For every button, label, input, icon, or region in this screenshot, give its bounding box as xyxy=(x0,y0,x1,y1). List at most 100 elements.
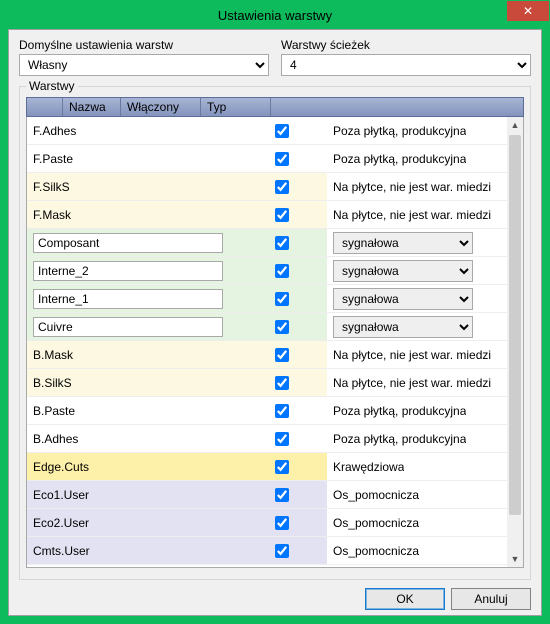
vertical-scrollbar[interactable]: ▲ ▼ xyxy=(507,117,523,567)
layer-type-cell: sygnałowa xyxy=(327,229,507,256)
layer-enabled-checkbox[interactable] xyxy=(275,208,289,222)
layer-enabled-cell xyxy=(237,173,327,200)
scroll-up-arrow-icon[interactable]: ▲ xyxy=(507,117,523,133)
tracks-label: Warstwy ścieżek xyxy=(281,38,531,52)
layer-enabled-cell xyxy=(237,313,327,340)
layer-name-label: B.Paste xyxy=(33,404,75,418)
layer-name-input[interactable] xyxy=(33,233,223,253)
layer-type-select[interactable]: sygnałowa xyxy=(333,232,473,254)
layer-name-label: B.SilkS xyxy=(33,376,72,390)
layer-enabled-checkbox[interactable] xyxy=(275,152,289,166)
layer-enabled-cell xyxy=(237,425,327,452)
layer-enabled-cell xyxy=(237,257,327,284)
layer-name-label: F.Paste xyxy=(33,152,73,166)
layer-name-input[interactable] xyxy=(33,289,223,309)
scroll-down-arrow-icon[interactable]: ▼ xyxy=(507,551,523,567)
groupbox-title: Warstwy xyxy=(26,79,78,93)
layer-type-select[interactable]: sygnałowa xyxy=(333,260,473,282)
layer-type-cell: Poza płytką, produkcyjna xyxy=(327,145,507,172)
layer-type-label: Poza płytką, produkcyjna xyxy=(333,152,466,166)
layer-enabled-checkbox[interactable] xyxy=(275,404,289,418)
layer-type-select[interactable]: sygnałowa xyxy=(333,316,473,338)
layer-enabled-checkbox[interactable] xyxy=(275,292,289,306)
layer-type-label: Na płytce, nie jest war. miedzi xyxy=(333,180,491,194)
layer-name-cell xyxy=(27,257,237,284)
header-name[interactable]: Nazwa xyxy=(63,98,121,116)
layer-name-label: F.Adhes xyxy=(33,124,76,138)
layer-enabled-cell xyxy=(237,201,327,228)
layer-type-cell: Na płytce, nie jest war. miedzi xyxy=(327,173,507,200)
layer-enabled-checkbox[interactable] xyxy=(275,488,289,502)
client-area: Domyślne ustawienia warstw Własny Warstw… xyxy=(8,29,542,616)
layer-name-cell: Edge.Cuts xyxy=(27,453,237,480)
layer-enabled-cell xyxy=(237,229,327,256)
header-type[interactable]: Typ xyxy=(201,98,271,116)
layer-type-select[interactable]: sygnałowa xyxy=(333,288,473,310)
tracks-select[interactable]: 4 xyxy=(281,54,531,76)
layer-name-cell: B.Mask xyxy=(27,341,237,368)
layer-enabled-cell xyxy=(237,397,327,424)
layer-type-cell: Poza płytką, produkcyjna xyxy=(327,117,507,144)
window-title: Ustawienia warstwy xyxy=(218,8,332,23)
layer-name-label: B.Mask xyxy=(33,348,73,362)
layer-type-cell: Os_pomocnicza xyxy=(327,537,507,564)
layer-name-input[interactable] xyxy=(33,317,223,337)
preset-label: Domyślne ustawienia warstw xyxy=(19,38,269,52)
layer-enabled-checkbox[interactable] xyxy=(275,124,289,138)
table-row: sygnałowa xyxy=(27,285,507,313)
layer-type-cell: sygnałowa xyxy=(327,257,507,284)
layer-name-cell: B.Paste xyxy=(27,397,237,424)
cancel-button[interactable]: Anuluj xyxy=(451,588,531,610)
table-row: B.MaskNa płytce, nie jest war. miedzi xyxy=(27,341,507,369)
table-row: sygnałowa xyxy=(27,313,507,341)
layer-type-label: Poza płytką, produkcyjna xyxy=(333,432,466,446)
layer-enabled-cell xyxy=(237,369,327,396)
layer-name-cell: Eco2.User xyxy=(27,509,237,536)
layer-enabled-checkbox[interactable] xyxy=(275,264,289,278)
table-row: B.AdhesPoza płytką, produkcyjna xyxy=(27,425,507,453)
table-row: B.Paste Poza płytką, produkcyjna xyxy=(27,397,507,425)
layer-name-cell: F.Adhes xyxy=(27,117,237,144)
layer-enabled-checkbox[interactable] xyxy=(275,544,289,558)
layer-name-cell: F.SilkS xyxy=(27,173,237,200)
layer-enabled-checkbox[interactable] xyxy=(275,516,289,530)
close-button[interactable]: ✕ xyxy=(507,1,549,21)
layers-groupbox: Warstwy Nazwa Włączony Typ F.AdhesPoza p… xyxy=(19,86,531,580)
layer-name-label: Edge.Cuts xyxy=(33,460,89,474)
layer-name-cell xyxy=(27,313,237,340)
close-icon: ✕ xyxy=(523,5,533,17)
layer-type-cell: Poza płytką, produkcyjna xyxy=(327,397,507,424)
preset-select[interactable]: Własny xyxy=(19,54,269,76)
table-row: Cmts.User Os_pomocnicza xyxy=(27,537,507,565)
layer-enabled-checkbox[interactable] xyxy=(275,376,289,390)
layer-enabled-checkbox[interactable] xyxy=(275,236,289,250)
layer-type-cell: sygnałowa xyxy=(327,313,507,340)
table-row: F.Adhes Poza płytką, produkcyjna xyxy=(27,117,507,145)
layer-type-label: Os_pomocnicza xyxy=(333,516,419,530)
layer-type-cell: Os_pomocnicza xyxy=(327,481,507,508)
layer-enabled-cell xyxy=(237,537,327,564)
layer-enabled-checkbox[interactable] xyxy=(275,320,289,334)
list-body: F.Adhes Poza płytką, produkcyjna F.Paste Po… xyxy=(26,117,524,568)
button-row: OK Anuluj xyxy=(19,588,531,610)
table-row: Eco1.User Os_pomocnicza xyxy=(27,481,507,509)
layer-type-label: Na płytce, nie jest war. miedzi xyxy=(333,208,491,222)
layer-enabled-checkbox[interactable] xyxy=(275,348,289,362)
layer-name-label: Eco2.User xyxy=(33,516,89,530)
layer-name-cell: Eco1.User xyxy=(27,481,237,508)
layer-enabled-cell xyxy=(237,509,327,536)
ok-button[interactable]: OK xyxy=(365,588,445,610)
table-row: B.SilkSNa płytce, nie jest war. miedzi xyxy=(27,369,507,397)
table-row: sygnałowa xyxy=(27,257,507,285)
header-enabled[interactable]: Włączony xyxy=(121,98,201,116)
layer-enabled-checkbox[interactable] xyxy=(275,432,289,446)
layer-name-cell: Cmts.User xyxy=(27,537,237,564)
layer-type-cell: Os_pomocnicza xyxy=(327,509,507,536)
layer-type-cell: Na płytce, nie jest war. miedzi xyxy=(327,201,507,228)
table-row: Edge.CutsKrawędziowa xyxy=(27,453,507,481)
layer-enabled-checkbox[interactable] xyxy=(275,460,289,474)
layer-name-input[interactable] xyxy=(33,261,223,281)
layer-enabled-checkbox[interactable] xyxy=(275,180,289,194)
titlebar[interactable]: Ustawienia warstwy ✕ xyxy=(1,1,549,29)
scroll-thumb[interactable] xyxy=(509,135,521,515)
